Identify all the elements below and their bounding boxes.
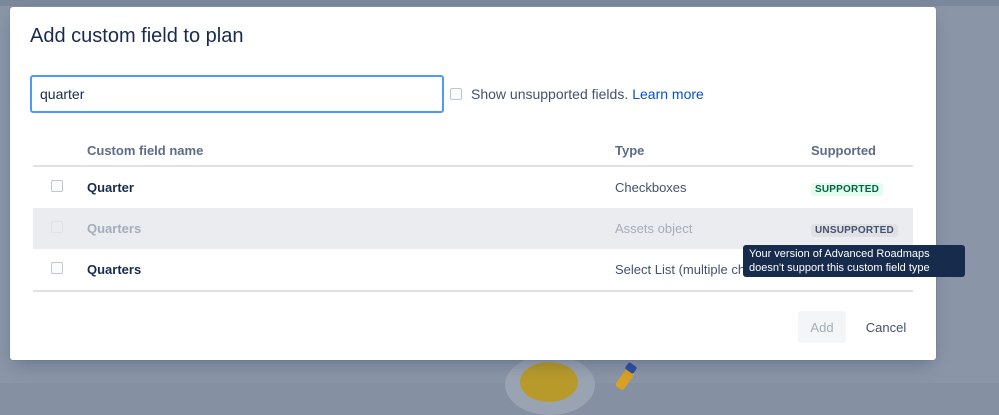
status-badge: UNSUPPORTED bbox=[811, 223, 898, 237]
status-badge: SUPPORTED bbox=[811, 182, 884, 196]
row-checkbox[interactable] bbox=[51, 180, 63, 192]
add-button[interactable]: Add bbox=[798, 311, 846, 343]
field-type: Select List (multiple ch bbox=[615, 262, 746, 277]
table-header-row: Custom field name Type Supported bbox=[33, 135, 913, 167]
show-unsupported-checkbox[interactable] bbox=[450, 88, 462, 100]
tooltip-line-2: doesn't support this custom field type bbox=[749, 262, 930, 274]
header-type: Type bbox=[615, 135, 811, 167]
field-name: Quarter bbox=[87, 180, 134, 195]
field-name: Quarters bbox=[87, 262, 142, 277]
learn-more-link[interactable]: Learn more bbox=[632, 86, 704, 102]
search-input[interactable] bbox=[30, 75, 444, 113]
row-checkbox[interactable] bbox=[51, 262, 63, 274]
header-name: Custom field name bbox=[87, 135, 615, 167]
table-row[interactable]: Quarter Checkboxes SUPPORTED bbox=[33, 166, 913, 208]
show-unsupported-label: Show unsupported fields. bbox=[471, 86, 629, 102]
field-name: Quarters bbox=[87, 221, 142, 236]
backdrop-header bbox=[0, 0, 999, 6]
header-supported: Supported bbox=[811, 135, 913, 167]
row-checkbox bbox=[51, 221, 63, 233]
unsupported-tooltip: Your version of Advanced Roadmaps doesn'… bbox=[743, 245, 965, 277]
illustration bbox=[520, 362, 578, 402]
header-checkbox-cell bbox=[33, 135, 87, 167]
cancel-button[interactable]: Cancel bbox=[856, 311, 916, 343]
add-custom-field-dialog: Add custom field to plan Show unsupporte… bbox=[10, 7, 936, 360]
field-type: Checkboxes bbox=[615, 180, 687, 195]
dialog-title: Add custom field to plan bbox=[30, 25, 244, 47]
show-unsupported-toggle[interactable]: Show unsupported fields. Learn more bbox=[450, 86, 704, 102]
table-row: Quarters Assets object UNSUPPORTED bbox=[33, 208, 913, 249]
field-type: Assets object bbox=[615, 221, 693, 236]
tooltip-line-1: Your version of Advanced Roadmaps bbox=[749, 248, 930, 260]
